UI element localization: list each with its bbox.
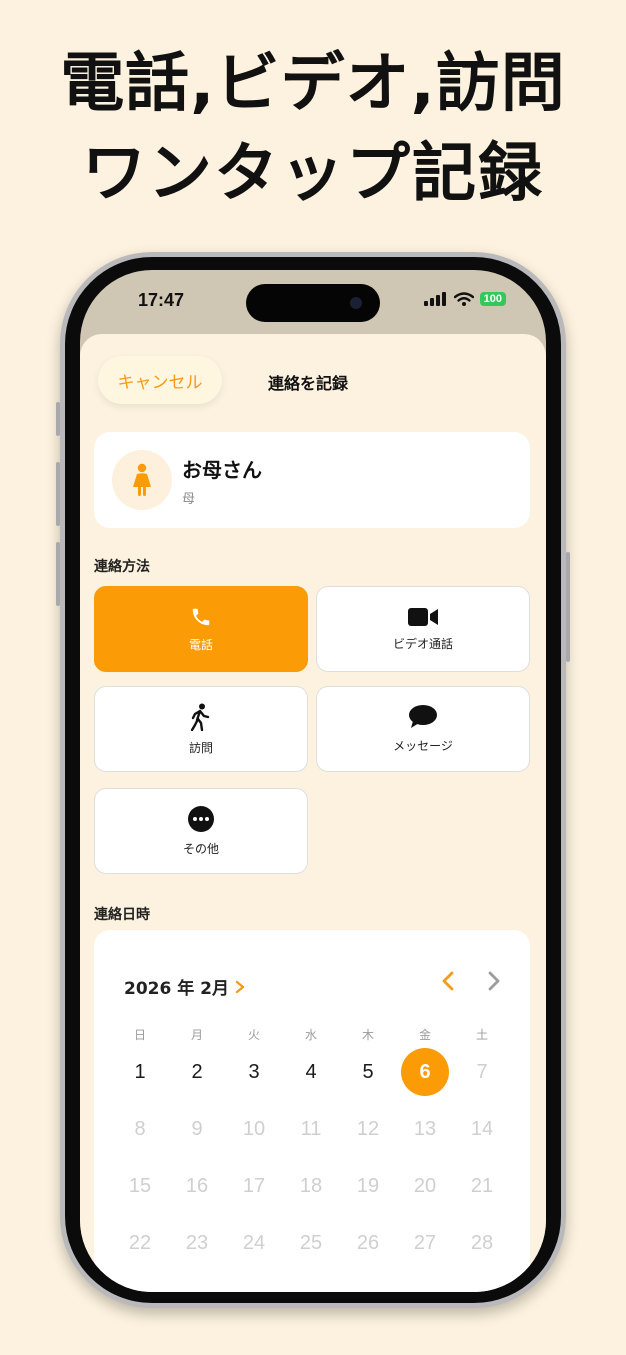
calendar-day[interactable]: 5 — [344, 1048, 392, 1096]
status-time: 17:47 — [138, 290, 185, 310]
next-month-button[interactable] — [486, 970, 502, 996]
method-phone-label: 電話 — [188, 637, 213, 652]
month-selector[interactable]: 2026 年 2月 — [124, 974, 245, 999]
cancel-button[interactable]: キャンセル — [98, 356, 222, 404]
previous-month-button[interactable] — [440, 970, 456, 996]
phone-frame: 17:47 100 キャンセル 連絡を記録 お母さん 母 連絡方法 電話 ビデオ… — [56, 252, 570, 1308]
battery-indicator: 100 — [479, 292, 506, 306]
calendar-day[interactable]: 7 — [458, 1048, 506, 1096]
method-visit-button[interactable]: 訪問 — [94, 686, 308, 772]
weekday-label: 日 — [133, 1028, 146, 1042]
dynamic-island — [246, 284, 380, 322]
headline-line-2: ワンタップ記録 — [82, 137, 544, 211]
signal-icon — [423, 292, 446, 306]
more-icon — [188, 805, 214, 832]
contact-datetime-label: 連絡日時 — [94, 907, 150, 923]
calendar-day[interactable]: 8 — [116, 1105, 164, 1153]
phone-screen: 17:47 100 キャンセル 連絡を記録 お母さん 母 連絡方法 電話 ビデオ… — [80, 270, 546, 1292]
chevron-left-icon — [442, 971, 454, 991]
calendar-day[interactable]: 28 — [458, 1219, 506, 1267]
calendar-day[interactable]: 27 — [401, 1219, 449, 1267]
contact-relation: 母 — [182, 492, 196, 507]
calendar: 2026 年 2月 日月火水木金土 1 2 3 4 5 6 7 8 9 10 11 12 — [94, 930, 530, 1292]
calendar-day[interactable]: 16 — [173, 1162, 221, 1210]
method-other-button[interactable]: その他 — [94, 788, 308, 874]
calendar-day[interactable]: 10 — [230, 1105, 278, 1153]
calendar-day[interactable]: 2 — [173, 1048, 221, 1096]
status-icons: 100 — [423, 292, 506, 306]
calendar-day[interactable]: 25 — [287, 1219, 335, 1267]
calendar-day[interactable]: 12 — [344, 1105, 392, 1153]
calendar-day[interactable]: 18 — [287, 1162, 335, 1210]
calendar-day[interactable]: 23 — [173, 1219, 221, 1267]
calendar-day[interactable]: 11 — [287, 1105, 335, 1153]
method-video-call-button[interactable]: ビデオ通話 — [316, 586, 530, 672]
calendar-day[interactable]: 17 — [230, 1162, 278, 1210]
promo-headline: 電話,ビデオ,訪問 ワンタップ記録 — [0, 40, 626, 220]
message-bubble-icon — [409, 704, 437, 728]
weekday-label: 月 — [190, 1028, 203, 1042]
calendar-day[interactable]: 22 — [116, 1219, 164, 1267]
calendar-day[interactable]: 20 — [401, 1162, 449, 1210]
walking-person-icon — [191, 703, 210, 731]
calendar-day[interactable]: 9 — [173, 1105, 221, 1153]
month-label: 2026 年 2月 — [124, 979, 229, 999]
method-message-button[interactable]: メッセージ — [316, 686, 530, 772]
calendar-day[interactable]: 1 — [116, 1048, 164, 1096]
method-other-label: その他 — [182, 841, 219, 856]
calendar-day[interactable]: 14 — [458, 1105, 506, 1153]
chevron-right-icon — [488, 971, 500, 991]
contact-method-label: 連絡方法 — [94, 559, 150, 575]
method-video-call-label: ビデオ通話 — [392, 636, 453, 651]
record-contact-sheet: キャンセル 連絡を記録 お母さん 母 連絡方法 電話 ビデオ通話 訪問 メッセー… — [80, 334, 546, 1292]
weekday-label: 土 — [475, 1028, 488, 1042]
sheet-title: 連絡を記録 — [268, 374, 349, 393]
woman-icon — [133, 463, 151, 496]
method-message-label: メッセージ — [393, 738, 453, 753]
chevron-right-icon — [235, 980, 245, 993]
volume-up-button — [56, 462, 60, 526]
calendar-day[interactable]: 15 — [116, 1162, 164, 1210]
wifi-icon — [453, 292, 474, 306]
calendar-day[interactable]: 13 — [401, 1105, 449, 1153]
mute-switch — [56, 402, 60, 436]
calendar-day-selected[interactable]: 6 — [401, 1048, 449, 1096]
volume-down-button — [56, 542, 60, 606]
method-visit-label: 訪問 — [188, 740, 213, 755]
phone-icon — [192, 608, 210, 625]
calendar-day[interactable]: 26 — [344, 1219, 392, 1267]
weekday-label: 水 — [304, 1028, 317, 1042]
contact-card[interactable]: お母さん 母 — [94, 432, 530, 528]
camera-icon — [350, 297, 362, 309]
video-camera-icon — [408, 607, 438, 626]
weekday-label: 木 — [361, 1028, 374, 1042]
calendar-day[interactable]: 3 — [230, 1048, 278, 1096]
calendar-day[interactable]: 24 — [230, 1219, 278, 1267]
calendar-day[interactable]: 4 — [287, 1048, 335, 1096]
calendar-day[interactable]: 21 — [458, 1162, 506, 1210]
contact-name: お母さん — [182, 458, 262, 482]
weekday-label: 火 — [247, 1028, 260, 1042]
avatar — [112, 450, 172, 510]
method-phone-button[interactable]: 電話 — [94, 586, 308, 672]
power-button — [566, 552, 570, 662]
headline-line-1: 電話,ビデオ,訪問 — [60, 47, 566, 121]
status-bar: 17:47 100 — [80, 270, 546, 330]
calendar-day[interactable]: 19 — [344, 1162, 392, 1210]
weekday-label: 金 — [418, 1028, 431, 1042]
